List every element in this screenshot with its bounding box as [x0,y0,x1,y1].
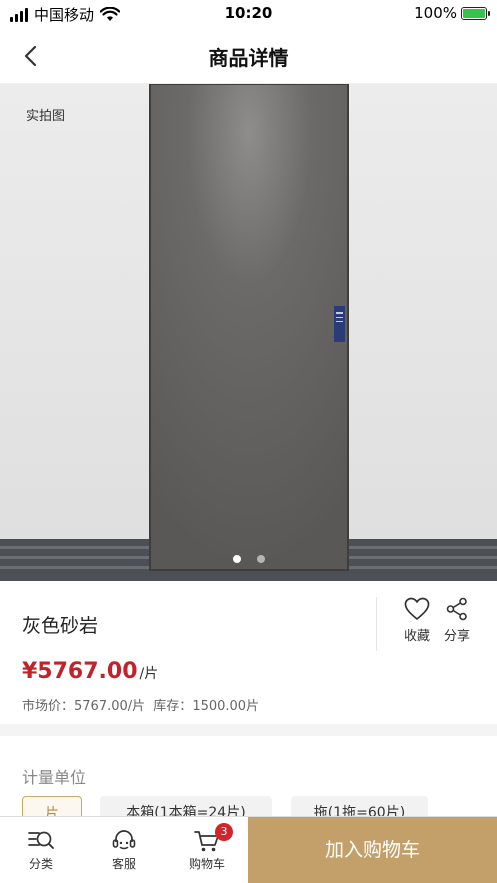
gallery-dot[interactable] [232,555,241,563]
status-bar: 中国移动 10:20 100% [0,0,497,28]
add-to-cart-button[interactable]: 加入购物车 [248,817,497,883]
tab-cart-label: 购物车 [188,857,225,871]
section-gap [0,724,497,736]
unit-section: 计量单位 片 本箱(1本箱=24片) 拖(1拖=60片) [0,736,497,816]
gallery-dot[interactable] [256,555,265,563]
gallery-photo-tag: 实拍图 [26,109,66,124]
tab-cart[interactable]: 3 购物车 [177,823,237,872]
price-value: ¥5767.00 [22,659,138,684]
divider [376,597,377,651]
bottom-action-bar: 分类 客服 3 购物车 加入购物车 [0,816,497,883]
price-unit: /片 [139,666,159,682]
customer-service-icon [112,830,136,850]
stock-value: 1500.00片 [192,699,260,714]
unit-option-piece[interactable]: 片 [22,796,82,816]
market-price-stock: 市场价：5767.00/片 库存：1500.00片 [22,695,259,714]
battery-icon [461,6,490,20]
share-icon [446,597,467,621]
tab-category-label: 分类 [28,857,53,871]
unit-section-title: 计量单位 [22,768,87,787]
share-label: 分享 [443,629,470,644]
page-title: 商品详情 [208,46,289,70]
battery-percent: 100% [414,4,457,22]
tab-customer-service-label: 客服 [111,857,136,871]
product-photo [0,84,497,581]
tab-customer-service[interactable]: 客服 [94,829,154,872]
favorite-label: 收藏 [403,629,430,644]
status-right: 100% [414,4,490,22]
share-button[interactable]: 分享 [437,597,477,644]
category-search-icon [28,831,54,849]
unit-option-box[interactable]: 本箱(1本箱=24片) [100,796,272,816]
product-price: ¥5767.00/片 [22,659,158,684]
product-image-gallery[interactable]: 实拍图 [0,84,497,581]
unit-option-pallet[interactable]: 拖(1拖=60片) [291,796,428,816]
stock-label: 库存： [153,699,193,714]
market-price-label: 市场价： [22,699,75,714]
cart-count-badge: 3 [215,823,233,841]
gallery-pagination [0,555,497,563]
heart-icon [404,597,430,620]
navigation-bar: 商品详情 [0,28,497,84]
favorite-button[interactable]: 收藏 [397,597,437,644]
market-price-value: 5767.00/片 [74,699,146,714]
tab-category[interactable]: 分类 [11,829,71,872]
product-info: 灰色砂岩 收藏 分享 ¥5767.00/片 市场价：5767.00/片 库存：1… [0,581,497,724]
product-name: 灰色砂岩 [22,615,99,637]
